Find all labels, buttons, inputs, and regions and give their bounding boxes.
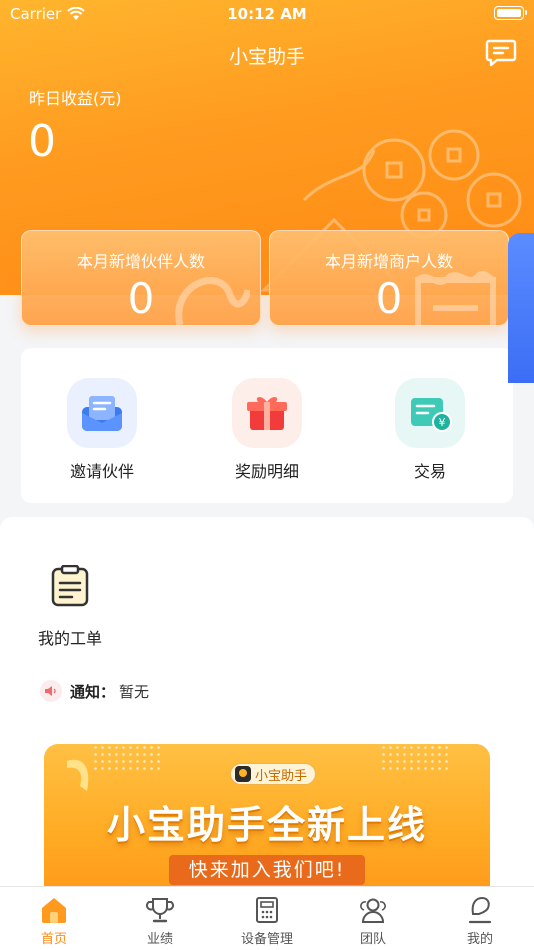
banner-badge-label: 小宝助手 — [255, 768, 308, 784]
tab-team-label: 团队 — [359, 932, 386, 947]
tab-profile-label: 我的 — [466, 932, 493, 947]
message-button[interactable] — [484, 36, 518, 70]
tab-performance[interactable]: 业绩 — [120, 895, 200, 947]
reward-details-button[interactable]: 奖励明细 — [207, 378, 327, 482]
notice-bar[interactable]: 通知： 暂无 — [40, 680, 149, 702]
invite-partner-label: 邀请伙伴 — [69, 462, 134, 481]
content-section: 我的工单 通知： 暂无 小宝助手 小宝助手全新上线 快来加入我们吧! — [0, 517, 534, 894]
next-banner-peek[interactable] — [508, 233, 534, 383]
new-merchants-card[interactable]: 本月新增商户人数 0 — [269, 230, 509, 326]
invite-partner-button[interactable]: 邀请伙伴 — [42, 378, 162, 482]
shop-decoration-icon — [415, 271, 496, 325]
yesterday-earnings-value: 0 — [28, 116, 56, 167]
gift-box-icon — [232, 378, 302, 448]
profile-icon — [468, 896, 492, 924]
tab-device-management[interactable]: 设备管理 — [227, 895, 307, 947]
transaction-label: 交易 — [413, 462, 446, 481]
dots-decoration — [92, 744, 162, 772]
tab-home-label: 首页 — [40, 932, 67, 947]
tab-performance-label: 业绩 — [146, 932, 173, 947]
quick-actions-panel: 邀请伙伴 奖励明细 ¥ 交易 — [21, 348, 513, 503]
team-icon — [360, 898, 386, 923]
invite-envelope-icon — [67, 378, 137, 448]
speaker-icon — [40, 680, 62, 702]
tab-profile[interactable]: 我的 — [440, 895, 520, 947]
bottom-tab-bar: 首页 业绩 设备管理 团队 我的 — [0, 886, 534, 950]
svg-text:¥: ¥ — [439, 416, 446, 429]
status-bar: Carrier 10:12 AM — [0, 0, 534, 28]
ribbon-decoration-icon — [67, 759, 89, 791]
device-icon — [256, 897, 278, 923]
app-logo-icon — [235, 766, 251, 782]
dots-decoration — [380, 744, 450, 772]
tab-team[interactable]: 团队 — [333, 895, 413, 947]
banner-subtitle: 快来加入我们吧! — [169, 855, 365, 885]
transaction-card-icon: ¥ — [395, 378, 465, 448]
new-partners-card[interactable]: 本月新增伙伴人数 0 — [21, 230, 261, 326]
notice-value: 暂无 — [119, 682, 150, 701]
banner-badge: 小宝助手 — [230, 763, 317, 785]
trophy-icon — [146, 898, 174, 923]
tab-home[interactable]: 首页 — [14, 895, 94, 947]
reward-details-label: 奖励明细 — [234, 462, 299, 481]
message-icon — [485, 39, 517, 67]
battery-icon — [494, 6, 527, 20]
clipboard-icon — [51, 564, 89, 607]
my-work-orders-label: 我的工单 — [37, 629, 102, 648]
my-work-orders-button[interactable]: 我的工单 — [30, 564, 110, 649]
notice-key: 通知： — [70, 682, 116, 701]
partner-decoration-icon — [175, 277, 250, 325]
page-title: 小宝助手 — [228, 46, 305, 68]
status-time: 10:12 AM — [227, 5, 307, 23]
home-icon — [42, 898, 66, 923]
transaction-button[interactable]: ¥ 交易 — [370, 378, 490, 482]
banner-title: 小宝助手全新上线 — [106, 803, 427, 847]
yesterday-earnings-label: 昨日收益(元) — [29, 89, 122, 108]
promo-banner[interactable]: 小宝助手 小宝助手全新上线 快来加入我们吧! — [44, 744, 490, 894]
tab-device-management-label: 设备管理 — [240, 932, 293, 947]
